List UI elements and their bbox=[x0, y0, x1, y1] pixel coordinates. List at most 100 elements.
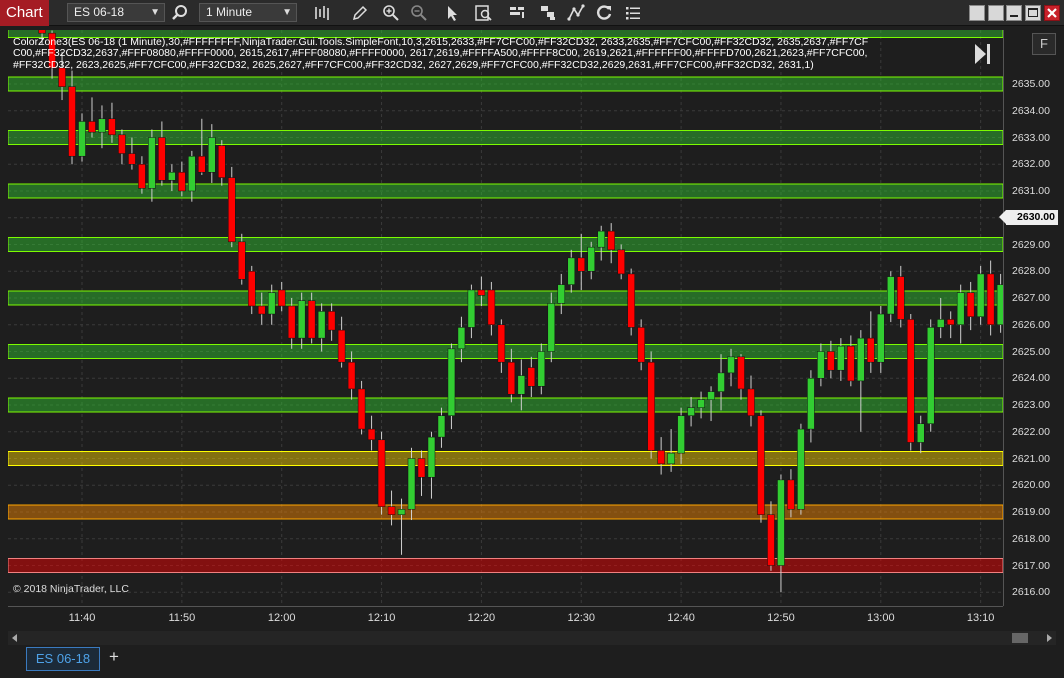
candle-down bbox=[198, 155, 206, 173]
candle-down bbox=[637, 327, 645, 363]
time-tick-label: 12:20 bbox=[467, 612, 496, 624]
price-tick-label: 2622.00 bbox=[1012, 425, 1050, 438]
order-panel-icon[interactable] bbox=[507, 3, 527, 23]
candle-up bbox=[407, 458, 416, 510]
candle-up bbox=[857, 337, 865, 382]
instrument-selector[interactable]: ES 06-18 ▼ bbox=[67, 3, 165, 22]
price-axis[interactable]: 2635.00 2634.00 2633.00 2632.00 2631.00 2630.… bbox=[999, 30, 1064, 606]
time-tick-label: 12:50 bbox=[767, 612, 795, 624]
candle-down bbox=[357, 388, 366, 430]
price-tick-label: 2625.00 bbox=[1012, 345, 1050, 358]
time-tick-label: 11:40 bbox=[68, 612, 96, 624]
candle-up bbox=[457, 327, 466, 350]
chart-side-button[interactable]: F bbox=[1032, 33, 1056, 55]
candle-up bbox=[667, 452, 675, 465]
candle-up bbox=[317, 311, 326, 339]
search-icon[interactable] bbox=[170, 3, 190, 23]
properties-icon[interactable] bbox=[623, 3, 643, 23]
candle-down bbox=[577, 257, 585, 272]
candle-up bbox=[727, 356, 735, 374]
time-tick-label: 12:40 bbox=[667, 612, 695, 624]
candle-up bbox=[267, 292, 276, 315]
indicator-icon[interactable] bbox=[566, 3, 586, 23]
chart-toolbar: Chart ES 06-18 ▼ 1 Minute ▼ bbox=[0, 0, 1064, 26]
maximize-button[interactable] bbox=[1025, 5, 1041, 21]
time-axis[interactable]: 11:40 11:50 12:00 12:10 12:20 12:30 12:40 12:50… bbox=[8, 606, 1003, 630]
close-icon bbox=[1047, 8, 1057, 18]
chevron-down-icon: ▼ bbox=[282, 7, 292, 18]
candle-down bbox=[757, 415, 765, 515]
candle-up bbox=[427, 436, 436, 478]
candle-up bbox=[807, 378, 815, 430]
candle-down bbox=[477, 289, 486, 296]
zone-green-2631 bbox=[8, 183, 1003, 199]
zone-red-2617 bbox=[8, 558, 1003, 573]
refresh-icon[interactable] bbox=[594, 3, 614, 23]
candle-up bbox=[208, 137, 216, 173]
candle-down bbox=[867, 337, 875, 363]
candle-down bbox=[647, 361, 655, 451]
candle-up bbox=[916, 423, 925, 443]
scroll-to-end-icon[interactable] bbox=[973, 42, 993, 66]
candle-down bbox=[337, 329, 346, 363]
candle-down bbox=[787, 479, 795, 510]
bar-style-icon[interactable] bbox=[312, 3, 332, 23]
scroll-left-icon bbox=[12, 634, 17, 642]
candle-down bbox=[128, 153, 136, 165]
candle-down bbox=[238, 241, 246, 280]
price-tick-label: 2618.00 bbox=[1012, 532, 1050, 545]
time-tick-label: 12:30 bbox=[567, 612, 596, 624]
time-tick-label: 13:10 bbox=[966, 612, 995, 624]
candle-down bbox=[527, 367, 536, 387]
tab-es-06-18[interactable]: ES 06-18 bbox=[26, 647, 100, 671]
candle-down bbox=[737, 356, 745, 390]
candle-down bbox=[627, 273, 635, 328]
close-button[interactable] bbox=[1044, 5, 1060, 21]
copyright-text: © 2018 NinjaTrader, LLC bbox=[13, 583, 129, 595]
candle-up bbox=[467, 289, 476, 328]
candle-up bbox=[437, 415, 446, 438]
price-chart[interactable] bbox=[8, 30, 1003, 606]
candle-up bbox=[817, 351, 825, 379]
candle-down bbox=[287, 305, 296, 339]
candle-down bbox=[657, 450, 665, 465]
price-tick-label: 2632.00 bbox=[1012, 158, 1050, 171]
candle-up bbox=[98, 118, 106, 133]
time-tick-label: 12:00 bbox=[267, 612, 296, 624]
candle-down bbox=[327, 311, 336, 331]
data-box-icon[interactable] bbox=[473, 3, 493, 23]
candle-down bbox=[307, 300, 316, 339]
candle-down bbox=[907, 319, 915, 443]
candle-up bbox=[777, 479, 785, 566]
tile-window-button[interactable] bbox=[969, 5, 985, 21]
candle-down bbox=[88, 121, 96, 133]
candle-down bbox=[847, 345, 855, 382]
horizontal-scrollbar[interactable] bbox=[8, 631, 1056, 645]
candle-up bbox=[677, 415, 685, 454]
candle-down bbox=[118, 134, 126, 154]
chart-title-tab[interactable]: Chart bbox=[0, 0, 49, 26]
price-tick-label: 2620.00 bbox=[1012, 479, 1050, 492]
candle-down bbox=[68, 86, 76, 157]
candle-down bbox=[417, 458, 426, 478]
zoom-out-icon[interactable] bbox=[409, 3, 429, 23]
time-tick-label: 13:00 bbox=[867, 612, 895, 624]
minimize-button[interactable] bbox=[1006, 5, 1022, 21]
candle-up bbox=[697, 399, 705, 408]
pointer-icon[interactable] bbox=[442, 3, 462, 23]
restore-window-button[interactable] bbox=[988, 5, 1004, 21]
candle-down bbox=[257, 305, 266, 315]
add-tab-button[interactable]: + bbox=[104, 647, 124, 669]
zoom-in-icon[interactable] bbox=[381, 3, 401, 23]
instrument-value: ES 06-18 bbox=[74, 5, 125, 19]
candle-down bbox=[277, 289, 286, 307]
candle-down bbox=[158, 137, 166, 181]
interval-selector[interactable]: 1 Minute ▼ bbox=[199, 3, 297, 22]
scroll-right-icon bbox=[1047, 634, 1052, 642]
price-tick-label: 2623.00 bbox=[1012, 399, 1050, 411]
candle-down bbox=[247, 271, 256, 307]
candle-down bbox=[228, 177, 236, 243]
chart-area[interactable]: ColorZone3(ES 06-18 (1 Minute),30,#FFFFF… bbox=[8, 30, 1003, 606]
strategy-icon[interactable] bbox=[538, 3, 558, 23]
draw-pencil-icon[interactable] bbox=[350, 3, 370, 23]
